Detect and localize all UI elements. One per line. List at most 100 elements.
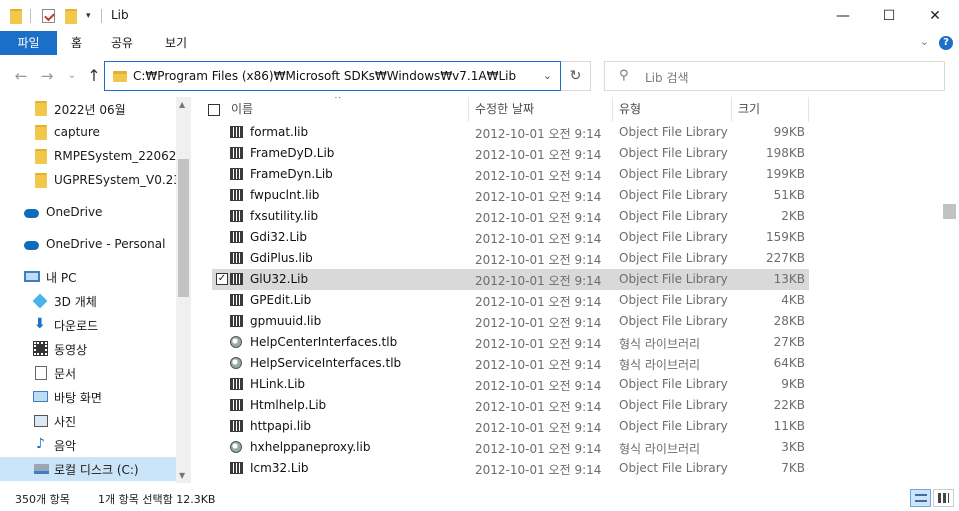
library-file-icon <box>230 378 243 393</box>
file-list-scrollbar[interactable] <box>941 97 959 483</box>
table-row[interactable]: ✓ GlU32.Lib 2012-10-01 오전 9:14 Object File … <box>212 269 809 290</box>
scrollbar-thumb[interactable] <box>943 204 956 219</box>
separator <box>101 8 102 24</box>
maximize-button[interactable]: ☐ <box>866 0 912 31</box>
file-size: 199KB <box>765 167 805 181</box>
help-icon[interactable]: ? <box>939 36 953 50</box>
library-file-icon <box>230 273 243 288</box>
table-row[interactable]: FrameDyn.Lib 2012-10-01 오전 9:14 Object Fil… <box>212 164 809 185</box>
row-checkbox[interactable]: ✓ <box>216 273 228 285</box>
drive-icon <box>34 464 49 474</box>
library-file-icon <box>230 399 243 414</box>
table-row[interactable]: HelpServiceInterfaces.tlb 2012-10-01 오전 9… <box>212 353 809 374</box>
column-header-size[interactable]: 크기 <box>738 97 808 122</box>
table-row[interactable]: format.lib 2012-10-01 오전 9:14 Object File … <box>212 122 809 143</box>
large-icons-view-button[interactable] <box>933 489 954 507</box>
column-header-modified[interactable]: 수정한 날짜 <box>475 97 612 122</box>
sidebar-item-music[interactable]: ♪ 음악 <box>0 433 176 457</box>
address-path[interactable]: C:₩Program Files (x86)₩Microsoft SDKs₩Wi… <box>133 69 516 83</box>
tab-file[interactable]: 파일 <box>0 31 57 55</box>
file-name: FrameDyD.Lib <box>250 146 335 160</box>
refresh-button[interactable]: ↻ <box>561 61 591 91</box>
scroll-up-icon[interactable]: ▲ <box>179 100 185 109</box>
sidebar-item-label: 2022년 06월 <box>54 103 126 117</box>
up-button[interactable]: ↑ <box>83 65 105 87</box>
close-button[interactable]: ✕ <box>912 0 958 31</box>
ribbon-expand-icon[interactable]: ⌄ <box>920 35 929 48</box>
table-row[interactable]: fwpuclnt.lib 2012-10-01 오전 9:14 Object Fil… <box>212 185 809 206</box>
table-row[interactable]: HelpCenterInterfaces.tlb 2012-10-01 오전 9:… <box>212 332 809 353</box>
search-input[interactable]: ⚲ Lib 검색 <box>604 61 945 91</box>
sidebar-item-videos[interactable]: 동영상 <box>0 337 176 361</box>
tab-home[interactable]: 홈 <box>56 31 97 55</box>
file-name: Htmlhelp.Lib <box>250 398 327 412</box>
title-bar: ▾ Lib — ☐ ✕ <box>0 0 959 31</box>
sidebar-item-pictures[interactable]: 사진 <box>0 409 176 433</box>
scrollbar-thumb[interactable] <box>178 159 189 297</box>
table-row[interactable]: GdiPlus.lib 2012-10-01 오전 9:14 Object File… <box>212 248 809 269</box>
sidebar-item-onedrive-personal[interactable]: OneDrive - Personal <box>0 233 176 257</box>
sidebar-item-desktop[interactable]: 바탕 화면 <box>0 385 176 409</box>
table-row[interactable]: httpapi.lib 2012-10-01 오전 9:14 Object File… <box>212 416 809 437</box>
sidebar-item-ugpresystem[interactable]: UGPRESystem_V0.23 <box>0 169 181 193</box>
properties-icon[interactable] <box>42 8 55 24</box>
table-row[interactable]: Gdi32.Lib 2012-10-01 오전 9:14 Object File L… <box>212 227 809 248</box>
sidebar-item-onedrive[interactable]: OneDrive <box>0 201 176 225</box>
column-divider[interactable] <box>468 97 469 122</box>
table-row[interactable]: HLink.Lib 2012-10-01 오전 9:14 Object File L… <box>212 374 809 395</box>
table-row[interactable]: Icm32.Lib 2012-10-01 오전 9:14 Object File L… <box>212 458 809 479</box>
file-size: 64KB <box>773 356 805 370</box>
file-type: Object File Library <box>619 293 728 307</box>
navigation-pane-scrollbar[interactable]: ▲ ▼ <box>176 97 191 483</box>
file-date: 2012-10-01 오전 9:14 <box>475 379 602 393</box>
table-row[interactable]: GPEdit.Lib 2012-10-01 오전 9:14 Object File … <box>212 290 809 311</box>
file-size: 27KB <box>773 335 805 349</box>
back-button[interactable]: ← <box>10 65 32 87</box>
select-all-checkbox[interactable] <box>208 104 220 116</box>
minimize-button[interactable]: — <box>820 0 866 31</box>
column-divider[interactable] <box>612 97 613 122</box>
sidebar-item-local-disk-c[interactable]: 로컬 디스크 (C:) <box>0 457 176 481</box>
column-header-name[interactable]: 이름 <box>231 97 468 122</box>
sidebar-item-capture[interactable]: capture <box>0 121 176 145</box>
column-header-type[interactable]: 유형 <box>619 97 731 122</box>
download-icon: ⬇ <box>34 316 46 332</box>
file-date: 2012-10-01 오전 9:14 <box>475 358 602 372</box>
new-folder-icon[interactable] <box>65 8 77 24</box>
file-date: 2012-10-01 오전 9:14 <box>475 232 602 246</box>
file-name: GlU32.Lib <box>250 272 309 286</box>
scroll-down-icon[interactable]: ▼ <box>179 471 185 480</box>
table-row[interactable]: Htmlhelp.Lib 2012-10-01 오전 9:14 Object Fil… <box>212 395 809 416</box>
sidebar-item-this-pc[interactable]: 내 PC <box>0 265 176 289</box>
sidebar-item-downloads[interactable]: ⬇ 다운로드 <box>0 313 176 337</box>
address-bar[interactable]: C:₩Program Files (x86)₩Microsoft SDKs₩Wi… <box>104 61 561 91</box>
file-date: 2012-10-01 오전 9:14 <box>475 316 602 330</box>
chevron-down-icon[interactable]: ⌄ <box>543 69 552 82</box>
library-file-icon <box>230 231 243 246</box>
sidebar-item-3d-objects[interactable]: 3D 개체 <box>0 289 176 313</box>
table-row[interactable]: gpmuuid.lib 2012-10-01 오전 9:14 Object File… <box>212 311 809 332</box>
column-divider[interactable] <box>731 97 732 122</box>
sidebar-item-label: 음악 <box>54 439 77 453</box>
file-list: ^ 이름 수정한 날짜 유형 크기 format.lib 2012-10-01 오… <box>191 97 941 483</box>
table-row[interactable]: fxsutility.lib 2012-10-01 오전 9:14 Object F… <box>212 206 809 227</box>
sidebar-item-rmpesystem[interactable]: RMPESystem_220621 <box>0 145 184 169</box>
sidebar-item-2022-06[interactable]: 2022년 06월 <box>0 97 176 121</box>
forward-button[interactable]: → <box>36 65 58 87</box>
column-divider[interactable] <box>808 97 809 122</box>
table-row[interactable]: hxhelppaneproxy.lib 2012-10-01 오전 9:14 형식 … <box>212 437 809 458</box>
file-type: Object File Library <box>619 146 728 160</box>
table-row[interactable]: FrameDyD.Lib 2012-10-01 오전 9:14 Object Fil… <box>212 143 809 164</box>
tab-view[interactable]: 보기 <box>150 31 202 55</box>
tab-share[interactable]: 공유 <box>96 31 148 55</box>
recent-locations-button[interactable]: ⌄ <box>61 65 83 87</box>
file-type: 형식 라이브러리 <box>619 442 701 456</box>
file-size: 28KB <box>773 314 805 328</box>
quick-access-dropdown-icon[interactable]: ▾ <box>86 8 91 24</box>
file-size: 7KB <box>781 461 805 475</box>
details-view-button[interactable] <box>910 489 931 507</box>
sidebar-item-documents[interactable]: 문서 <box>0 361 176 385</box>
file-name: httpapi.lib <box>250 419 312 433</box>
file-date: 2012-10-01 오전 9:14 <box>475 127 602 141</box>
file-name: GdiPlus.lib <box>250 251 313 265</box>
